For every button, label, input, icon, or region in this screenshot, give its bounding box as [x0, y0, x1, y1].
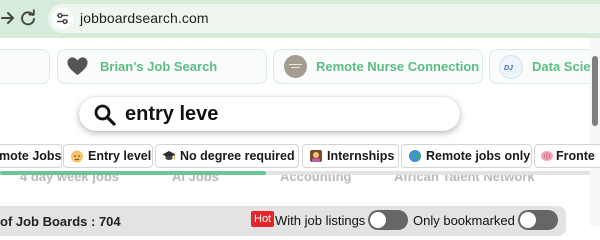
- data-logo: DJ: [499, 55, 523, 79]
- hot-badge: Hot: [251, 211, 275, 227]
- search-box[interactable]: [79, 97, 460, 131]
- board-card-data-science[interactable]: DJ Data Scien: [489, 49, 600, 84]
- chip-frontend[interactable]: Fronte: [534, 144, 600, 168]
- chip-label: No degree required: [180, 149, 295, 163]
- reload-button[interactable]: [17, 7, 39, 29]
- chip-label: Remote jobs only: [426, 149, 531, 163]
- scrollbar-thumb[interactable]: [592, 56, 598, 126]
- search-icon: [94, 104, 116, 126]
- tune-icon: [57, 12, 68, 25]
- with-listings-label: With job listings: [275, 213, 366, 228]
- chip-label: Entry level: [88, 149, 152, 163]
- job-board-count: of Job Boards : 704: [0, 214, 121, 229]
- url-text: jobboardsearch.com: [80, 10, 209, 26]
- with-listings-toggle[interactable]: [368, 210, 408, 230]
- board-card-brians-job-search[interactable]: Brian's Job Search: [57, 49, 267, 84]
- address-bar[interactable]: jobboardsearch.com: [48, 4, 600, 33]
- card-label: Brian's Job Search: [100, 59, 218, 74]
- baby-emoji-icon: [71, 150, 83, 163]
- category-chips: mote Jobs Entry level No degree required: [0, 144, 600, 168]
- chip-label: mote Jobs: [0, 149, 62, 163]
- chip-internships[interactable]: Internships: [302, 144, 399, 168]
- board-card-remote-nurse-connection[interactable]: Remote Nurse Connection: [273, 49, 483, 84]
- reload-icon: [21, 9, 35, 26]
- chip-no-degree-required[interactable]: No degree required: [155, 144, 299, 168]
- chip-label: Fronte: [556, 149, 595, 163]
- graduation-cap-icon: [162, 151, 176, 160]
- card-label: Remote Nurse Connection: [316, 59, 480, 74]
- scroll-progress-fill: [0, 171, 266, 175]
- chip-entry-level[interactable]: Entry level: [63, 144, 153, 168]
- browser-toolbar: jobboardsearch.com: [0, 0, 600, 38]
- brain-icon: [541, 151, 553, 161]
- svg-text:DJ: DJ: [504, 65, 514, 72]
- board-card-partial[interactable]: [0, 49, 50, 84]
- page-content: Brian's Job Search Remote Nurse Connecti…: [0, 38, 600, 236]
- card-label: Data Scien: [532, 59, 599, 74]
- heart-icon: [67, 57, 88, 76]
- only-bookmarked-toggle[interactable]: [518, 210, 558, 230]
- filter-bar: of Job Boards : 704 Hot With job listing…: [0, 206, 566, 236]
- scroll-progress-bar: [0, 171, 590, 175]
- toggle-knob: [520, 212, 536, 228]
- horizontal-scrollbar[interactable]: [590, 38, 600, 226]
- site-info-button[interactable]: [52, 8, 73, 29]
- only-bookmarked-label: Only bookmarked: [413, 213, 515, 228]
- toggle-knob: [370, 212, 386, 228]
- chip-label: Internships: [327, 149, 395, 163]
- nurse-logo: [284, 55, 307, 78]
- globe-icon: [409, 150, 421, 162]
- search-input[interactable]: [125, 100, 445, 128]
- chip-remote-jobs-only[interactable]: Remote jobs only: [401, 144, 532, 168]
- chip-remote-jobs[interactable]: mote Jobs: [0, 144, 62, 168]
- person-emoji-icon: [310, 150, 322, 162]
